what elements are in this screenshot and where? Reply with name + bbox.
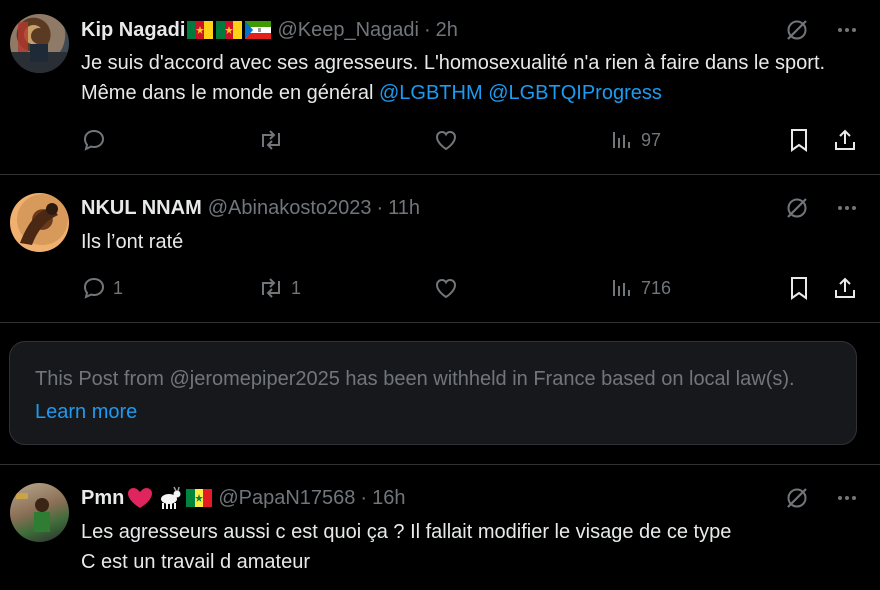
share-button[interactable] bbox=[832, 127, 858, 153]
more-icon[interactable] bbox=[836, 197, 858, 219]
post-header: Kip Nagadi @Keep_Nagadi · 2h bbox=[81, 17, 458, 43]
separator-dot: · bbox=[360, 486, 368, 509]
post-body-line: Les agresseurs aussi c est quoi ça ? Il … bbox=[81, 521, 732, 543]
avatar[interactable] bbox=[10, 14, 69, 73]
equatorial-guinea-flag-icon bbox=[245, 21, 272, 39]
grok-icon[interactable] bbox=[784, 485, 810, 511]
like-icon bbox=[435, 278, 457, 299]
withheld-text: This Post from @jeromepiper2025 has been… bbox=[35, 363, 835, 429]
grok-icon[interactable] bbox=[784, 195, 810, 221]
withheld-notice: This Post from @jeromepiper2025 has been… bbox=[9, 341, 857, 445]
avatar[interactable] bbox=[10, 483, 69, 542]
emojis bbox=[126, 486, 213, 510]
separator-dot: · bbox=[376, 196, 384, 219]
post-text: Je suis d'accord avec ses agresseurs. L'… bbox=[81, 48, 851, 108]
flag-emojis bbox=[187, 21, 272, 39]
author-name[interactable]: Pmn bbox=[81, 487, 124, 510]
reply-button[interactable] bbox=[81, 127, 113, 153]
separator-dot: · bbox=[423, 18, 431, 41]
author-name[interactable]: Kip Nagadi bbox=[81, 19, 185, 42]
post-time[interactable]: 2h bbox=[436, 19, 458, 42]
post-body: Ils l’ont raté bbox=[81, 231, 184, 253]
views-count: 97 bbox=[641, 129, 662, 150]
share-icon bbox=[835, 129, 855, 150]
repost-button[interactable]: 1 bbox=[257, 275, 301, 301]
views-button[interactable]: 97 bbox=[609, 127, 661, 153]
post-top-icons bbox=[784, 17, 858, 43]
more-icon[interactable] bbox=[836, 19, 858, 41]
post-header: Pmn @PapaN17568 · 16h bbox=[81, 485, 405, 511]
reply-count: 1 bbox=[113, 277, 124, 298]
bookmark-button[interactable] bbox=[787, 127, 811, 153]
goat-icon bbox=[161, 486, 181, 509]
post-top-icons bbox=[784, 195, 858, 221]
post-1[interactable]: Kip Nagadi @Keep_Nagadi · 2h Je suis d'a… bbox=[0, 0, 880, 174]
post-top-icons bbox=[784, 485, 858, 511]
post-time[interactable]: 16h bbox=[372, 487, 405, 510]
grok-icon[interactable] bbox=[784, 17, 810, 43]
post-3[interactable]: Pmn @PapaN17568 · 16h Les agresseurs aus… bbox=[0, 465, 880, 590]
views-count: 716 bbox=[641, 277, 672, 298]
like-icon bbox=[435, 130, 457, 151]
action-bar: 97 bbox=[81, 126, 861, 156]
post-time[interactable]: 11h bbox=[388, 197, 420, 220]
reply-icon bbox=[83, 129, 105, 151]
reply-icon bbox=[83, 277, 105, 299]
bookmark-button[interactable] bbox=[787, 275, 811, 301]
like-button[interactable] bbox=[433, 275, 459, 301]
action-bar: 1 1 716 bbox=[81, 275, 861, 305]
learn-more-link[interactable]: Learn more bbox=[35, 401, 137, 423]
author-handle[interactable]: @PapaN17568 bbox=[218, 487, 355, 510]
post-header: NKUL NNAM @Abinakosto2023 · 11h bbox=[81, 195, 420, 221]
post-2[interactable]: NKUL NNAM @Abinakosto2023 · 11h Ils l’on… bbox=[0, 175, 880, 322]
views-button[interactable]: 716 bbox=[609, 275, 671, 301]
author-name[interactable]: NKUL NNAM bbox=[81, 197, 202, 220]
red-heart-icon bbox=[128, 488, 153, 508]
divider bbox=[0, 322, 880, 323]
more-icon[interactable] bbox=[836, 487, 858, 509]
like-button[interactable] bbox=[433, 127, 459, 153]
post-body-line: C est un travail d amateur bbox=[81, 551, 310, 573]
author-handle[interactable]: @Keep_Nagadi bbox=[277, 19, 419, 42]
reply-button[interactable]: 1 bbox=[81, 275, 123, 301]
repost-icon bbox=[262, 278, 280, 298]
avatar[interactable] bbox=[10, 193, 69, 252]
withheld-message: This Post from @jeromepiper2025 has been… bbox=[35, 368, 795, 390]
avatar-image bbox=[16, 493, 50, 532]
repost-button[interactable] bbox=[257, 127, 291, 153]
author-handle[interactable]: @Abinakosto2023 bbox=[208, 197, 372, 220]
share-icon bbox=[835, 277, 855, 298]
post-text: Les agresseurs aussi c est quoi ça ? Il … bbox=[81, 517, 851, 577]
senegal-flag-icon bbox=[186, 489, 213, 507]
mention-link[interactable]: @LGBTHM bbox=[379, 82, 483, 104]
post-text: Ils l’ont raté bbox=[81, 227, 851, 257]
mention-link[interactable]: @LGBTQIProgress bbox=[488, 82, 662, 104]
repost-count: 1 bbox=[291, 277, 302, 298]
bookmark-icon bbox=[791, 277, 807, 300]
avatar-image bbox=[10, 22, 69, 73]
avatar-image bbox=[20, 203, 58, 245]
share-button[interactable] bbox=[832, 275, 858, 301]
cameroon-flag-icon bbox=[187, 21, 214, 39]
views-icon bbox=[613, 132, 630, 148]
views-icon bbox=[613, 280, 630, 296]
cameroon-flag-icon bbox=[216, 21, 243, 39]
repost-icon bbox=[262, 130, 280, 150]
bookmark-icon bbox=[791, 129, 807, 152]
